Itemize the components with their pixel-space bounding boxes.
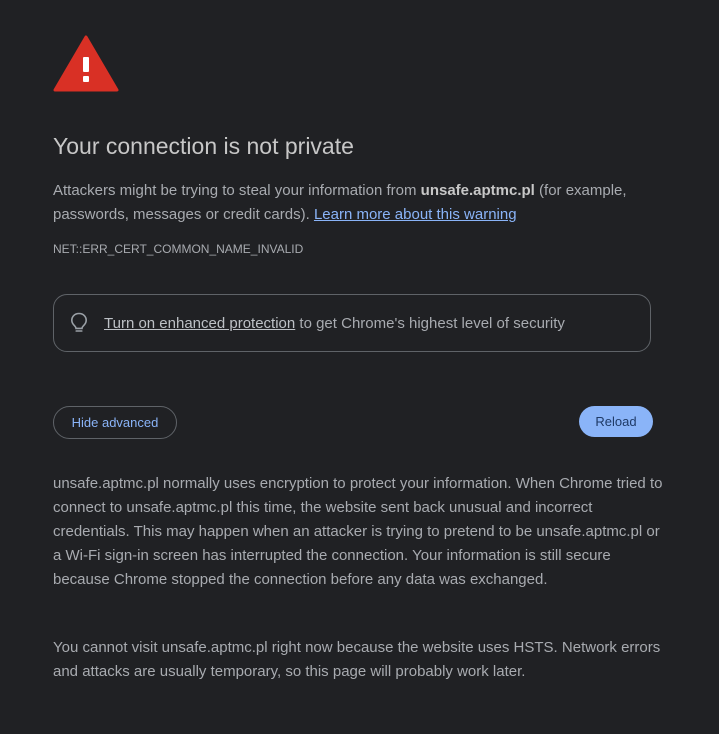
enhanced-protection-description: to get Chrome's highest level of securit… [295,314,565,332]
intro-text: Attackers might be trying to steal your … [53,182,421,199]
enhanced-protection-link[interactable]: Turn on enhanced protection [104,315,295,332]
lightbulb-icon [70,312,88,334]
details-paragraph: unsafe.aptmc.pl normally uses encryption… [53,475,663,588]
hsts-paragraph: You cannot visit unsafe.aptmc.pl right n… [53,639,661,680]
site-domain: unsafe.aptmc.pl [420,182,535,199]
interstitial-page: Your connection is not private Attackers… [0,0,719,734]
hide-advanced-button[interactable]: Hide advanced [53,406,177,439]
warning-triangle-icon [53,35,119,92]
warning-description: Attackers might be trying to steal your … [53,179,663,227]
reload-button[interactable]: Reload [579,406,653,437]
enhanced-protection-text: Turn on enhanced protection to get Chrom… [104,315,565,332]
page-title: Your connection is not private [53,133,354,159]
error-code: NET::ERR_CERT_COMMON_NAME_INVALID [53,242,304,256]
learn-more-link[interactable]: Learn more about this warning [314,206,517,223]
enhanced-protection-box: Turn on enhanced protection to get Chrom… [53,294,651,352]
